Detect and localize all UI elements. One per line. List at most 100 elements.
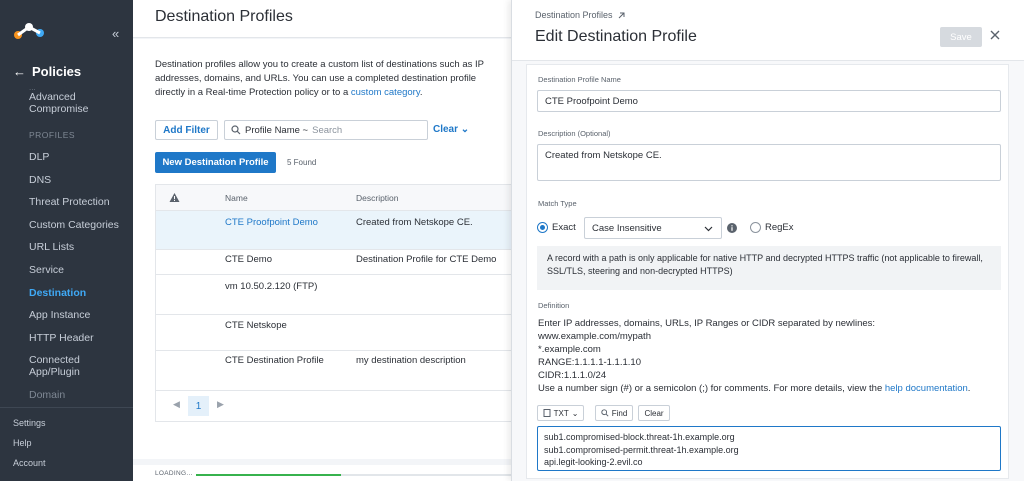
row-name[interactable]: vm 10.50.2.120 (FTP) bbox=[225, 281, 317, 292]
prev-page-icon[interactable]: ◀ bbox=[173, 399, 180, 410]
pagination: ◀ 1 ▶ bbox=[156, 391, 512, 423]
exact-label: Exact bbox=[552, 222, 576, 233]
table-row[interactable]: vm 10.50.2.120 (FTP) bbox=[156, 275, 512, 315]
edit-body: Destination Profile Name CTE Proofpoint … bbox=[512, 61, 1024, 481]
close-icon[interactable] bbox=[989, 29, 1001, 41]
clear-filter-button[interactable]: Clear ⌄ bbox=[433, 124, 469, 135]
sidebar-item-destination[interactable]: Destination bbox=[29, 287, 86, 299]
row-name[interactable]: CTE Netskope bbox=[225, 320, 287, 331]
sidebar-item-http-header[interactable]: HTTP Header bbox=[29, 332, 94, 344]
sidebar-item-domain[interactable]: Domain bbox=[29, 389, 65, 401]
find-button[interactable]: Find bbox=[595, 405, 633, 421]
row-name[interactable]: CTE Demo bbox=[225, 254, 272, 265]
loading-progress-fill bbox=[196, 474, 341, 476]
add-filter-button[interactable]: Add Filter bbox=[155, 120, 218, 140]
chevron-down-icon bbox=[704, 226, 713, 232]
regex-label: RegEx bbox=[765, 222, 794, 233]
row-description: my destination description bbox=[356, 355, 466, 366]
exact-radio[interactable] bbox=[537, 222, 548, 233]
collapse-sidebar-icon[interactable]: « bbox=[112, 26, 119, 41]
sidebar-item-connected-app-plugin[interactable]: Connected App/Plugin bbox=[29, 354, 80, 378]
chevron-down-icon: ⌄ bbox=[460, 124, 470, 135]
regex-radio[interactable] bbox=[750, 222, 761, 233]
def-line: www.example.com/mypath bbox=[538, 331, 651, 342]
main-header: Destination Profiles bbox=[133, 0, 511, 38]
table-header: Name Description bbox=[156, 185, 512, 211]
page-number[interactable]: 1 bbox=[188, 396, 209, 416]
row-name[interactable]: CTE Proofpoint Demo bbox=[225, 217, 318, 228]
editor-line: sub1.compromised-block.threat-1h.example… bbox=[544, 432, 735, 442]
warning-icon bbox=[169, 193, 180, 202]
sidebar-item-custom-categories[interactable]: Custom Categories bbox=[29, 219, 119, 231]
txt-label: TXT bbox=[553, 408, 569, 418]
found-count: 5 Found bbox=[287, 158, 317, 167]
breadcrumb[interactable]: Destination Profiles bbox=[535, 10, 626, 20]
def-line: *.example.com bbox=[538, 344, 601, 355]
def-comment-text: Use a number sign (#) or a semicolon (;)… bbox=[538, 383, 885, 394]
column-header-description[interactable]: Description bbox=[356, 193, 399, 203]
netskope-logo-icon[interactable] bbox=[13, 20, 47, 42]
find-label: Find bbox=[611, 408, 628, 418]
profiles-table: Name Description CTE Proofpoint Demo Cre… bbox=[155, 184, 512, 423]
match-type-label: Match Type bbox=[538, 199, 577, 208]
def-comment-end: . bbox=[967, 383, 971, 394]
link-icon bbox=[618, 12, 625, 18]
sidebar-item-service[interactable]: Service bbox=[29, 264, 64, 276]
table-row[interactable]: CTE Proofpoint Demo Created from Netskop… bbox=[156, 211, 512, 250]
sidebar-settings[interactable]: Settings bbox=[13, 418, 46, 428]
clear-editor-button[interactable]: Clear bbox=[638, 405, 670, 421]
row-description: Created from Netskope CE. bbox=[356, 217, 473, 228]
def-line: CIDR:1.1.1.0/24 bbox=[538, 370, 607, 381]
case-select-value: Case Insensitive bbox=[592, 223, 662, 234]
search-icon bbox=[231, 125, 241, 135]
new-destination-profile-button[interactable]: New Destination Profile bbox=[155, 152, 276, 173]
sidebar-divider bbox=[0, 407, 133, 408]
row-name[interactable]: CTE Destination Profile bbox=[225, 355, 324, 366]
edit-panel-title: Edit Destination Profile bbox=[535, 28, 697, 45]
definition-editor[interactable]: sub1.compromised-block.threat-1h.example… bbox=[537, 426, 1001, 471]
loading-bar: LOADING... bbox=[133, 465, 511, 481]
table-row[interactable]: CTE Destination Profile my destination d… bbox=[156, 351, 512, 391]
back-to-policies[interactable]: ← Policies bbox=[13, 64, 81, 79]
description-end: . bbox=[419, 87, 423, 98]
info-icon[interactable] bbox=[727, 223, 737, 233]
description-input[interactable]: Created from Netskope CE. bbox=[537, 144, 1001, 181]
loading-track bbox=[196, 474, 511, 476]
search-placeholder: Search bbox=[312, 124, 343, 136]
regex-radio-group[interactable]: RegEx bbox=[750, 222, 794, 233]
description-label: Description (Optional) bbox=[538, 129, 611, 138]
def-line: RANGE:1.1.1.1-1.1.1.10 bbox=[538, 357, 641, 368]
search-field-label: Profile Name ~ bbox=[245, 124, 309, 136]
file-icon bbox=[543, 409, 551, 417]
page-description: Destination profiles allow you to create… bbox=[155, 58, 505, 100]
back-arrow-icon: ← bbox=[13, 64, 26, 79]
column-header-name[interactable]: Name bbox=[225, 193, 248, 203]
sidebar-item-dns[interactable]: DNS bbox=[29, 174, 51, 186]
definition-help: Enter IP addresses, domains, URLs, IP Ra… bbox=[538, 317, 998, 395]
save-button[interactable]: Save bbox=[940, 27, 982, 47]
definition-label: Definition bbox=[538, 301, 570, 310]
search-icon bbox=[601, 409, 609, 417]
editor-line: sub1.compromised-permit.threat-1h.exampl… bbox=[544, 444, 739, 455]
next-page-icon[interactable]: ▶ bbox=[217, 399, 224, 410]
def-line: Enter IP addresses, domains, URLs, IP Ra… bbox=[538, 318, 876, 329]
sidebar-item-threat-protection[interactable]: Threat Protection bbox=[29, 196, 110, 208]
sidebar-account[interactable]: Account bbox=[13, 458, 46, 468]
exact-radio-group[interactable]: Exact bbox=[537, 222, 576, 233]
chevron-down-icon: ⌄ bbox=[571, 408, 579, 418]
help-documentation-link[interactable]: help documentation bbox=[885, 383, 968, 394]
profile-name-input[interactable]: CTE Proofpoint Demo bbox=[537, 90, 1001, 112]
table-row[interactable]: CTE Demo Destination Profile for CTE Dem… bbox=[156, 250, 512, 275]
sidebar-help[interactable]: Help bbox=[13, 438, 32, 448]
txt-format-button[interactable]: TXT ⌄ bbox=[537, 405, 584, 421]
sidebar-item-dlp[interactable]: DLP bbox=[29, 151, 49, 163]
def-comment: Use a number sign (#) or a semicolon (;)… bbox=[538, 382, 998, 395]
case-sensitivity-select[interactable]: Case Insensitive bbox=[584, 217, 722, 239]
sidebar-item-advanced-compromise[interactable]: Advanced Compromise bbox=[29, 91, 89, 115]
page-title: Destination Profiles bbox=[155, 8, 293, 25]
search-input[interactable]: Profile Name ~ Search bbox=[224, 120, 428, 140]
table-row[interactable]: CTE Netskope bbox=[156, 315, 512, 351]
sidebar-item-url-lists[interactable]: URL Lists bbox=[29, 241, 74, 253]
sidebar-item-app-instance[interactable]: App Instance bbox=[29, 309, 90, 321]
custom-category-link[interactable]: custom category bbox=[351, 87, 420, 98]
